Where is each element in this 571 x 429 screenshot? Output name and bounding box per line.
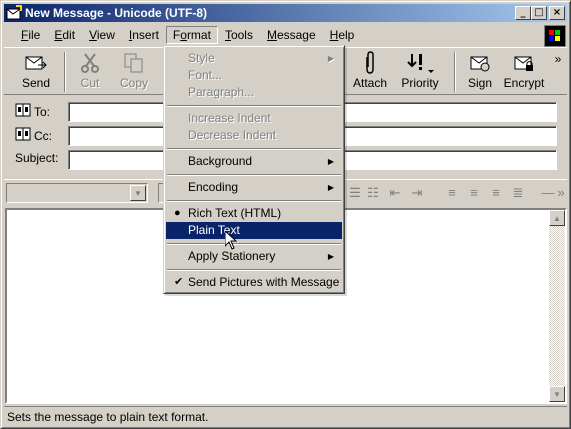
vertical-scrollbar[interactable]: ▲ ▼ <box>549 210 565 402</box>
increase-indent-label: Increase Indent <box>188 111 271 125</box>
encrypt-button[interactable]: Encrypt <box>502 50 546 94</box>
menu-item-style[interactable]: Style ▶ <box>166 50 342 67</box>
address-book-icon <box>15 103 31 120</box>
copy-icon <box>114 50 154 76</box>
menu-bar: File Edit View Insert Format Tools Messa… <box>4 25 567 45</box>
encoding-label: Encoding <box>188 180 239 194</box>
submenu-arrow-icon: ▶ <box>327 183 334 192</box>
menu-item-paragraph[interactable]: Paragraph... <box>166 84 342 101</box>
menu-file[interactable]: File <box>14 26 47 44</box>
decrease-indent-label: Decrease Indent <box>188 128 277 142</box>
menu-item-encoding[interactable]: Encoding ▶ <box>166 179 342 196</box>
font-combo[interactable]: ▼ <box>6 183 148 203</box>
submenu-arrow-icon: ▶ <box>327 54 334 63</box>
cut-label: Cut <box>80 76 100 90</box>
menu-edit[interactable]: Edit <box>47 26 82 44</box>
toolbar-overflow-button[interactable]: » <box>552 52 564 96</box>
message-window: New Message - Unicode (UTF-8) _ □ × File… <box>0 0 571 429</box>
justify-icon[interactable]: ≣ <box>510 185 526 201</box>
chevron-down-icon[interactable]: ▼ <box>130 185 146 201</box>
checkmark-icon: ✔ <box>174 276 184 288</box>
radio-bullet-icon: ● <box>174 207 181 219</box>
menu-format[interactable]: Format <box>165 26 218 44</box>
address-book-icon <box>15 127 31 144</box>
mouse-cursor-icon <box>224 229 238 253</box>
priority-icon <box>394 50 446 76</box>
to-field-label[interactable]: To: <box>15 103 50 120</box>
subject-label: Subject: <box>15 151 59 165</box>
background-label: Background <box>188 154 253 168</box>
send-icon <box>12 50 60 76</box>
scissors-icon <box>70 50 110 76</box>
priority-label: Priority <box>401 76 439 90</box>
scroll-up-button[interactable]: ▲ <box>549 210 565 226</box>
status-text: Sets the message to plain text format. <box>7 410 209 424</box>
bullet-list-icon[interactable]: ☷ <box>365 185 381 201</box>
encrypt-icon <box>502 50 546 76</box>
paragraph-label: Paragraph... <box>188 85 255 99</box>
copy-label: Copy <box>119 76 148 90</box>
menu-item-background[interactable]: Background ▶ <box>166 153 342 170</box>
priority-button[interactable]: Priority <box>394 50 446 94</box>
menu-item-send-pictures[interactable]: ✔ Send Pictures with Message <box>166 274 342 291</box>
menu-item-apply-stationery[interactable]: Apply Stationery ▶ <box>166 248 342 265</box>
menu-tools[interactable]: Tools <box>218 26 260 44</box>
style-label: Style <box>188 51 215 65</box>
align-right-icon[interactable]: ≡ <box>488 185 504 201</box>
window-title: New Message - Unicode (UTF-8) <box>25 6 208 20</box>
encrypt-label: Encrypt <box>503 76 545 90</box>
increase-indent-icon[interactable]: ⇥ <box>409 185 425 201</box>
maximize-button[interactable]: □ <box>531 6 547 20</box>
attach-label: Attach <box>352 76 388 90</box>
windows-logo-icon <box>544 25 566 47</box>
horizontal-rule-icon[interactable]: — <box>540 185 556 201</box>
scroll-down-button[interactable]: ▼ <box>549 386 565 402</box>
align-left-icon[interactable]: ≡ <box>444 185 460 201</box>
cut-button[interactable]: Cut <box>70 50 110 94</box>
minimize-button[interactable]: _ <box>515 6 531 20</box>
menu-item-rich-text[interactable]: ● Rich Text (HTML) <box>166 205 342 222</box>
title-bar[interactable]: New Message - Unicode (UTF-8) _ □ × <box>4 4 567 22</box>
cc-label: Cc: <box>34 128 52 143</box>
menu-help[interactable]: Help <box>323 26 362 44</box>
menu-insert[interactable]: Insert <box>122 26 166 44</box>
submenu-arrow-icon: ▶ <box>327 252 334 261</box>
paperclip-icon <box>350 50 390 76</box>
cc-field-label[interactable]: Cc: <box>15 127 52 144</box>
menu-item-decrease-indent[interactable]: Decrease Indent <box>166 127 342 144</box>
menu-item-increase-indent[interactable]: Increase Indent <box>166 110 342 127</box>
align-center-icon[interactable]: ≡ <box>466 185 482 201</box>
chevron-right-icon[interactable]: » <box>556 185 566 201</box>
menu-view[interactable]: View <box>82 26 122 44</box>
numbered-list-icon[interactable]: ☰ <box>347 185 363 201</box>
attach-button[interactable]: Attach <box>350 50 390 94</box>
new-message-icon <box>6 5 22 21</box>
menu-item-font[interactable]: Font... <box>166 67 342 84</box>
copy-button[interactable]: Copy <box>114 50 154 94</box>
sign-icon <box>460 50 500 76</box>
decrease-indent-icon[interactable]: ⇤ <box>387 185 403 201</box>
format-menu-dropdown: Style ▶ Font... Paragraph... Increase In… <box>163 45 345 294</box>
sign-button[interactable]: Sign <box>460 50 500 94</box>
subject-field-label: Subject: <box>15 151 58 165</box>
submenu-arrow-icon: ▶ <box>327 157 334 166</box>
send-pictures-label: Send Pictures with Message <box>188 275 340 289</box>
font-label: Font... <box>188 68 223 82</box>
menu-message[interactable]: Message <box>260 26 323 44</box>
send-button[interactable]: Send <box>12 50 60 94</box>
sign-label: Sign <box>467 76 493 90</box>
rich-text-label: Rich Text (HTML) <box>188 206 282 220</box>
send-label: Send <box>21 76 51 90</box>
to-label: To: <box>34 104 51 119</box>
menu-item-plain-text[interactable]: Plain Text <box>166 222 342 239</box>
status-bar: Sets the message to plain text format. <box>4 406 567 426</box>
chevron-right-icon: » <box>554 52 562 66</box>
close-button[interactable]: × <box>549 6 565 20</box>
